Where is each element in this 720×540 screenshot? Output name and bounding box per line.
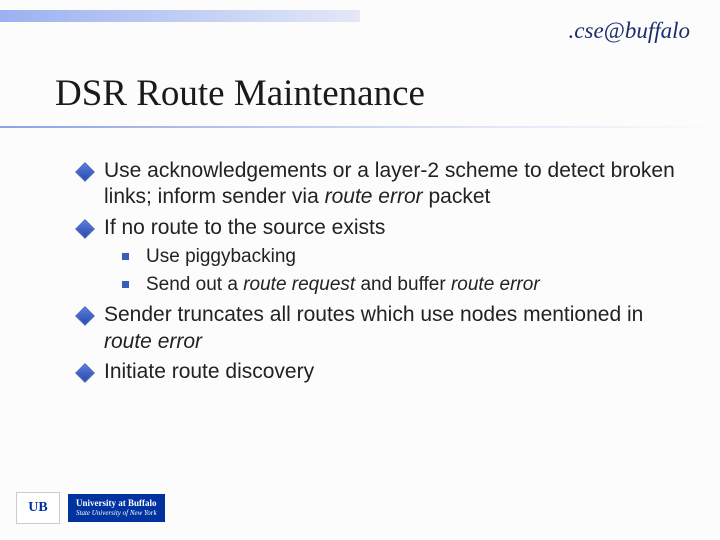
bullet-3: Sender truncates all routes which use no… <box>78 302 680 355</box>
ub-box: University at Buffalo State University o… <box>68 494 165 521</box>
bullet-1-text-c: packet <box>423 185 491 208</box>
slide: .cse@buffalo DSR Route Maintenance Use a… <box>0 0 720 540</box>
sub-bullet-2: Send out a route request and buffer rout… <box>122 273 680 297</box>
bullet-4-text: Initiate route discovery <box>104 360 314 383</box>
sub-bullet-1-text: Use piggybacking <box>146 246 296 267</box>
bullet-1: Use acknowledgements or a layer-2 scheme… <box>78 158 680 211</box>
sub-bullet-1: Use piggybacking <box>122 245 680 269</box>
top-stripe <box>0 10 360 22</box>
branding-top-right: .cse@buffalo <box>569 18 690 44</box>
slide-title: DSR Route Maintenance <box>55 72 425 115</box>
bullet-3-text-a: Sender truncates all routes which use no… <box>104 303 643 326</box>
bullet-1-term: route error <box>325 185 423 208</box>
bullet-4: Initiate route discovery <box>78 359 680 385</box>
slide-content: Use acknowledgements or a layer-2 scheme… <box>78 158 680 389</box>
footer-line1: University at Buffalo <box>76 498 157 509</box>
title-underline <box>0 126 720 128</box>
ub-mark-icon: UB <box>16 492 60 524</box>
footer-logo: UB University at Buffalo State Universit… <box>16 492 165 524</box>
bullet-2-text: If no route to the source exists <box>104 216 385 239</box>
sub-bullet-2-term-2: route error <box>451 274 540 295</box>
sub-bullet-2-term-1: route request <box>243 274 355 295</box>
bullet-3-term: route error <box>104 330 202 353</box>
sub-bullet-2-text-c: and buffer <box>355 274 451 295</box>
footer-line2: State University of New York <box>76 509 157 517</box>
bullet-2: If no route to the source exists <box>78 215 680 241</box>
sub-bullet-2-text-a: Send out a <box>146 274 243 295</box>
